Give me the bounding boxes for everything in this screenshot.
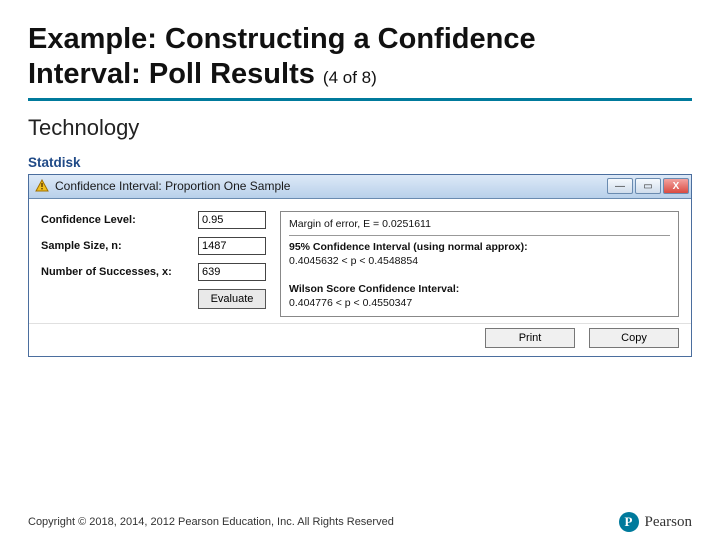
dialog-window: Confidence Interval: Proportion One Samp… <box>28 174 692 357</box>
titlebar[interactable]: Confidence Interval: Proportion One Samp… <box>29 175 691 199</box>
warning-icon <box>35 179 49 193</box>
minimize-icon: — <box>615 181 625 192</box>
close-icon: X <box>673 181 680 192</box>
brand-name: Pearson <box>645 514 693 531</box>
close-button[interactable]: X <box>663 178 689 194</box>
results-panel: Margin of error, E = 0.0251611 95% Confi… <box>280 211 679 317</box>
title-line2: Interval: Poll Results <box>28 58 315 90</box>
copyright-text: Copyright © 2018, 2014, 2012 Pearson Edu… <box>28 516 394 528</box>
successes-input[interactable] <box>198 263 266 281</box>
print-button[interactable]: Print <box>485 328 575 348</box>
wilson-header: Wilson Score Confidence Interval: <box>289 282 670 296</box>
sample-size-input[interactable] <box>198 237 266 255</box>
successes-label: Number of Successes, x: <box>41 266 198 278</box>
evaluate-button[interactable]: Evaluate <box>198 289 266 309</box>
ci-header: 95% Confidence Interval (using normal ap… <box>289 240 670 254</box>
maximize-button[interactable]: ▭ <box>635 178 661 194</box>
title-line1: Example: Constructing a Confidence <box>28 23 536 55</box>
minimize-button[interactable]: — <box>607 178 633 194</box>
copy-button[interactable]: Copy <box>589 328 679 348</box>
ci-value: 0.4045632 < p < 0.4548854 <box>289 254 670 268</box>
input-panel: Confidence Level: Sample Size, n: Number… <box>41 211 266 317</box>
app-name: Statdisk <box>28 155 720 170</box>
page-indicator: (4 of 8) <box>323 68 377 87</box>
margin-of-error: Margin of error, E = 0.0251611 <box>289 217 670 231</box>
confidence-label: Confidence Level: <box>41 214 198 226</box>
wilson-value: 0.404776 < p < 0.4550347 <box>289 296 670 310</box>
section-heading: Technology <box>28 115 692 141</box>
brand-mark-icon: P <box>619 512 639 532</box>
button-bar: Print Copy <box>29 323 691 356</box>
title-underline <box>28 98 692 101</box>
results-divider <box>289 235 670 236</box>
confidence-input[interactable] <box>198 211 266 229</box>
brand-logo: P Pearson <box>619 512 693 532</box>
sample-size-label: Sample Size, n: <box>41 240 198 252</box>
slide-title: Example: Constructing a Confidence Inter… <box>28 22 692 92</box>
window-title: Confidence Interval: Proportion One Samp… <box>55 179 605 193</box>
maximize-icon: ▭ <box>643 181 652 192</box>
